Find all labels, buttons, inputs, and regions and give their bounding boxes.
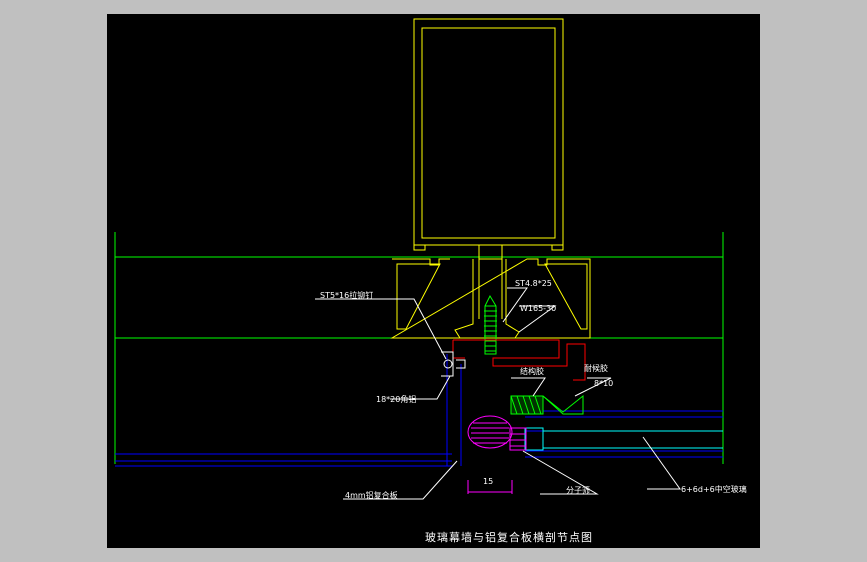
drawing-title: 玻璃幕墙与铝复合板横剖节点图	[425, 530, 593, 544]
pressure-plate	[452, 339, 586, 381]
label-rivet: ST5*16拉铆钉	[320, 290, 373, 300]
reference-lines	[114, 232, 724, 464]
composite-core	[467, 415, 527, 494]
mullion-profile	[390, 18, 591, 339]
dimension-15: 15	[483, 477, 493, 486]
section-drawing: ST5*16拉铆钉 ST4.8*25 W165-30 18*20角铝 结构胶 耐…	[114, 18, 747, 544]
spacer-bar	[524, 427, 723, 451]
label-washer: W165-30	[520, 304, 556, 313]
label-spacer: 分子筛	[566, 485, 590, 495]
cad-viewport[interactable]: ST5*16拉铆钉 ST4.8*25 W165-30 18*20角铝 结构胶 耐…	[107, 14, 760, 548]
label-structural-sealant: 结构胶	[520, 366, 544, 376]
label-glass: 6+6d+6中空玻璃	[681, 484, 747, 494]
label-angle-aluminum: 18*20角铝	[376, 394, 416, 404]
leaders	[315, 287, 681, 500]
label-composite-panel: 4mm铝复合板	[345, 490, 398, 500]
label-screw: ST4.8*25	[515, 279, 552, 288]
label-weather-sealant: 耐候胶	[584, 363, 608, 373]
glass-panel	[115, 354, 723, 467]
label-foam-rod: 8*10	[594, 379, 613, 388]
screw	[484, 294, 497, 355]
